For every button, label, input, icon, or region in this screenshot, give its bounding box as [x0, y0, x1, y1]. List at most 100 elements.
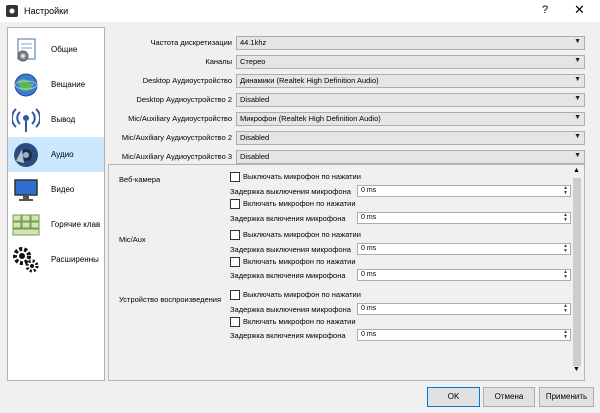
- select-value: 44.1khz: [240, 38, 267, 47]
- field-label: Mic/Auxiliary Аудиоустройство 2: [121, 133, 232, 142]
- mute-delay-input[interactable]: 0 ms ▲ ▼: [357, 303, 571, 315]
- sidebar-item-label: Горячие клав: [51, 220, 101, 229]
- spin-arrows-icon[interactable]: ▲ ▼: [563, 186, 568, 196]
- select-value: Динамики (Realtek High Definition Audio): [240, 76, 379, 85]
- mic-device-2-row: Mic/Auxiliary Аудиоустройство 2 Disabled…: [108, 131, 588, 145]
- hotkeys-pane: Веб-камера Выключать микрофон по нажатии…: [108, 164, 585, 381]
- ok-button[interactable]: OK: [427, 387, 480, 407]
- sample-rate-select[interactable]: 44.1khz ▼: [236, 36, 585, 50]
- mute-checkbox[interactable]: [230, 230, 240, 240]
- input-value: 0 ms: [361, 271, 377, 278]
- chevron-down-icon: ▼: [574, 57, 581, 64]
- input-value: 0 ms: [361, 305, 377, 312]
- select-value: Disabled: [240, 95, 270, 104]
- sidebar-item-general[interactable]: Общие: [8, 32, 104, 67]
- sample-rate-row: Частота дискретизации 44.1khz ▼: [108, 36, 588, 50]
- globe-icon: [14, 73, 38, 97]
- mic-device-3-select[interactable]: Disabled ▼: [236, 150, 585, 164]
- checkbox-label: Включать микрофон по нажатии: [243, 199, 356, 208]
- delay-label: Задержка включения микрофона: [230, 271, 346, 280]
- field-label: Desktop Аудиоустройство 2: [136, 95, 232, 104]
- sidebar-item-label: Аудио: [51, 150, 74, 159]
- chevron-down-icon: ▼: [574, 95, 581, 102]
- select-value: Микрофон (Realtek High Definition Audio): [240, 114, 381, 123]
- device-label: Mic/Aux: [119, 235, 146, 244]
- checkbox-label: Включать микрофон по нажатии: [243, 317, 356, 326]
- ptt-checkbox[interactable]: [230, 199, 240, 209]
- desktop-device-2-select[interactable]: Disabled ▼: [236, 93, 585, 107]
- mute-checkbox[interactable]: [230, 290, 240, 300]
- scroll-up-icon[interactable]: ▲: [573, 167, 580, 174]
- keyboard-icon: [12, 214, 40, 236]
- chevron-down-icon: ▼: [574, 76, 581, 83]
- desktop-device-select[interactable]: Динамики (Realtek High Definition Audio)…: [236, 74, 585, 88]
- ptt-checkbox[interactable]: [230, 317, 240, 327]
- scrollbar-thumb[interactable]: [573, 178, 581, 366]
- spin-arrows-icon[interactable]: ▲ ▼: [563, 270, 568, 280]
- scroll-down-icon[interactable]: ▼: [573, 366, 580, 373]
- delay-label: Задержка выключения микрофона: [230, 245, 351, 254]
- speaker-icon: [14, 143, 38, 167]
- select-value: Disabled: [240, 152, 270, 161]
- vertical-scrollbar[interactable]: ▲ ▼: [572, 166, 582, 378]
- channels-select[interactable]: Стерео ▼: [236, 55, 585, 69]
- sidebar-item-output[interactable]: Вывод: [8, 102, 104, 137]
- sidebar-item-label: Вывод: [51, 115, 76, 124]
- spin-arrows-icon[interactable]: ▲ ▼: [563, 244, 568, 254]
- sidebar-item-video[interactable]: Видео: [8, 172, 104, 207]
- mic-device-2-select[interactable]: Disabled ▼: [236, 131, 585, 145]
- chevron-down-icon: ▼: [574, 152, 581, 159]
- delay-label: Задержка выключения микрофона: [230, 305, 351, 314]
- desktop-device-row: Desktop Аудиоустройство Динамики (Realte…: [108, 74, 588, 88]
- gear-document-icon: [17, 38, 36, 62]
- title-bar: Настройки ? ✕: [0, 0, 600, 22]
- select-value: Стерео: [240, 57, 266, 66]
- sidebar-item-label: Вещание: [51, 80, 86, 89]
- device-label: Устройство воспроизведения: [119, 295, 222, 304]
- spin-arrows-icon[interactable]: ▲ ▼: [563, 330, 568, 340]
- sidebar-item-audio[interactable]: Аудио: [8, 137, 104, 172]
- sidebar-item-label: Расширенны: [51, 255, 99, 264]
- mute-checkbox[interactable]: [230, 172, 240, 182]
- mute-delay-input[interactable]: 0 ms ▲ ▼: [357, 185, 571, 197]
- obs-logo-icon: [6, 5, 18, 17]
- apply-button[interactable]: Применить: [539, 387, 594, 407]
- mic-device-select[interactable]: Микрофон (Realtek High Definition Audio)…: [236, 112, 585, 126]
- desktop-device-2-row: Desktop Аудиоустройство 2 Disabled ▼: [108, 93, 588, 107]
- sidebar-item-stream[interactable]: Вещание: [8, 67, 104, 102]
- delay-label: Задержка включения микрофона: [230, 214, 346, 223]
- field-label: Mic/Auxiliary Аудиоустройство: [128, 114, 232, 123]
- delay-label: Задержка выключения микрофона: [230, 187, 351, 196]
- ptt-delay-input[interactable]: 0 ms ▲ ▼: [357, 269, 571, 281]
- cancel-button[interactable]: Отмена: [483, 387, 535, 407]
- sidebar-item-hotkeys[interactable]: Горячие клав: [8, 207, 104, 242]
- sidebar-item-label: Общие: [51, 45, 78, 54]
- help-button[interactable]: ?: [542, 4, 548, 16]
- sidebar-item-advanced[interactable]: Расширенны: [8, 242, 104, 277]
- input-value: 0 ms: [361, 331, 377, 338]
- checkbox-label: Выключать микрофон по нажатии: [243, 290, 361, 299]
- field-label: Desktop Аудиоустройство: [142, 76, 232, 85]
- mic-device-3-row: Mic/Auxiliary Аудиоустройство 3 Disabled…: [108, 150, 588, 164]
- spin-arrows-icon[interactable]: ▲ ▼: [563, 213, 568, 223]
- device-label: Веб-камера: [119, 175, 161, 184]
- mute-delay-input[interactable]: 0 ms ▲ ▼: [357, 243, 571, 255]
- delay-label: Задержка включения микрофона: [230, 331, 346, 340]
- settings-sidebar: Общие Вещание Вывод Аудио Видео Горячие …: [7, 27, 105, 381]
- sidebar-item-label: Видео: [51, 185, 75, 194]
- chevron-down-icon: ▼: [574, 38, 581, 45]
- window-title: Настройки: [24, 6, 69, 16]
- gears-icon: [13, 247, 39, 273]
- spin-arrows-icon[interactable]: ▲ ▼: [563, 304, 568, 314]
- field-label: Mic/Auxiliary Аудиоустройство 3: [121, 152, 232, 161]
- mic-device-row: Mic/Auxiliary Аудиоустройство Микрофон (…: [108, 112, 588, 126]
- input-value: 0 ms: [361, 214, 377, 221]
- ptt-delay-input[interactable]: 0 ms ▲ ▼: [357, 329, 571, 341]
- select-value: Disabled: [240, 133, 270, 142]
- checkbox-label: Выключать микрофон по нажатии: [243, 172, 361, 181]
- checkbox-label: Включать микрофон по нажатии: [243, 257, 356, 266]
- ptt-delay-input[interactable]: 0 ms ▲ ▼: [357, 212, 571, 224]
- ptt-checkbox[interactable]: [230, 257, 240, 267]
- close-button[interactable]: ✕: [574, 2, 585, 18]
- field-label: Каналы: [205, 57, 232, 66]
